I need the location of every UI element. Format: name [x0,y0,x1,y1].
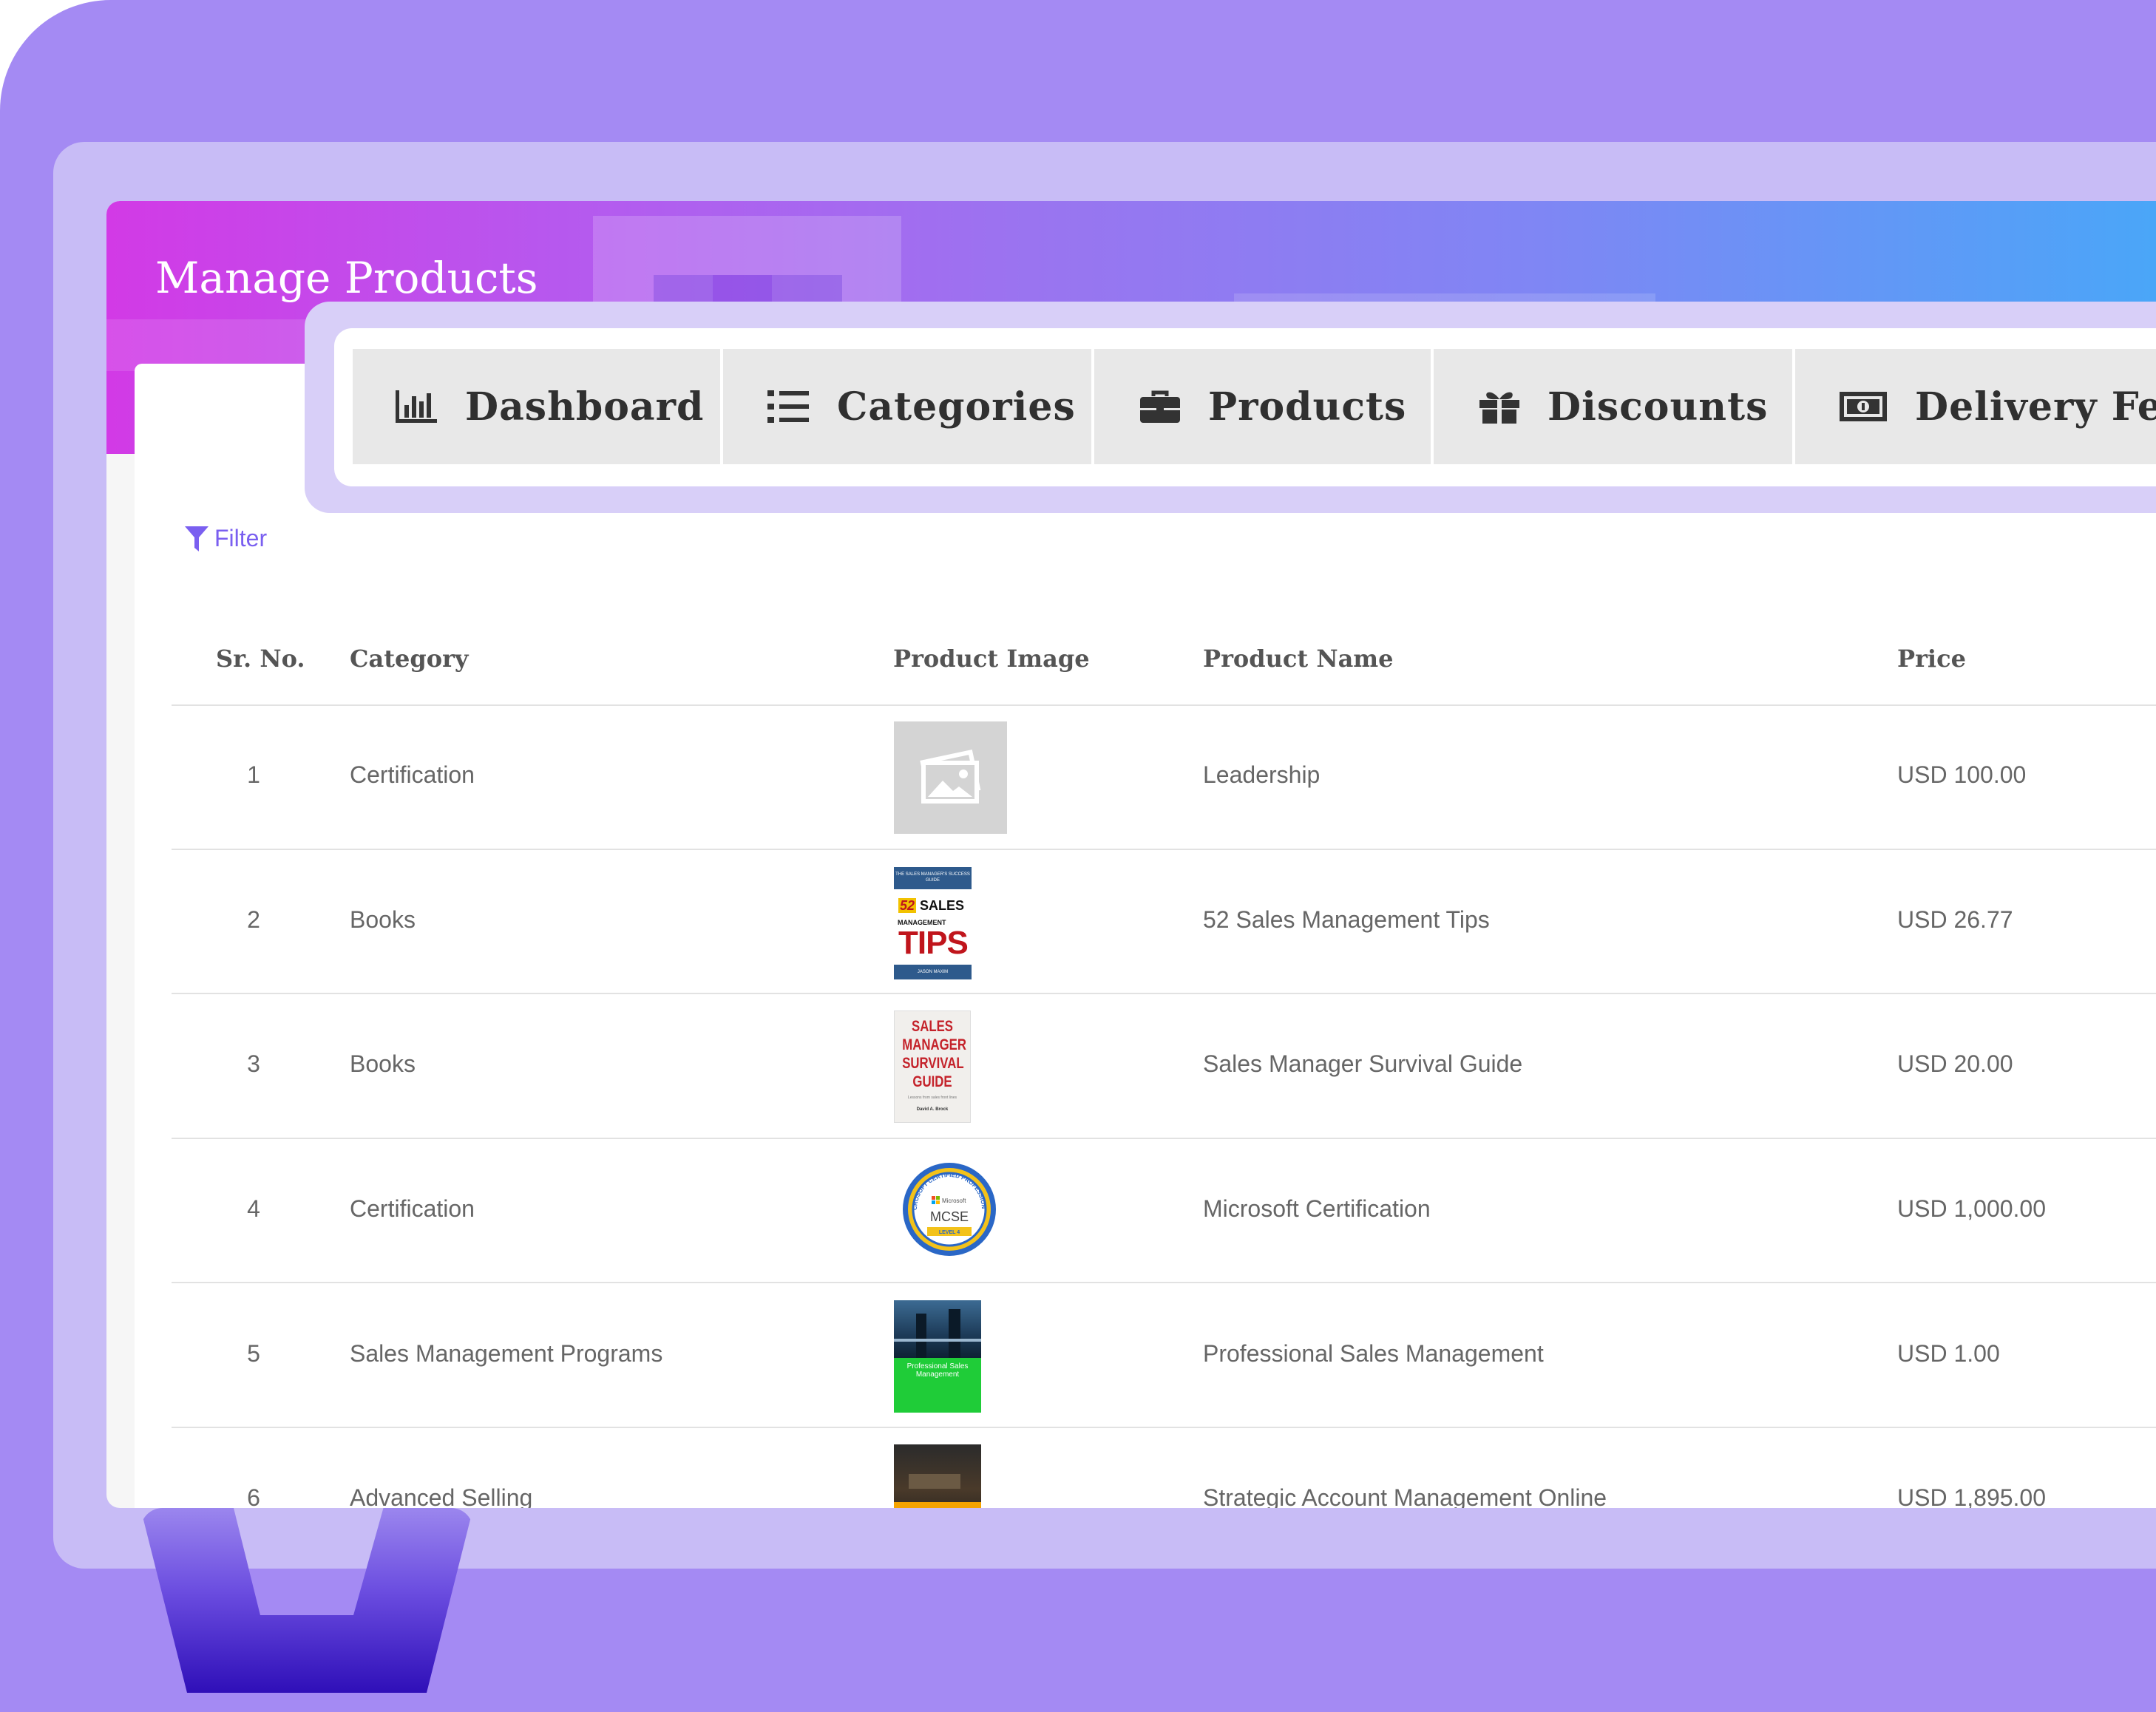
nav-categories[interactable]: Categories [723,349,1091,464]
gift-icon [1479,392,1519,424]
column-header-category[interactable]: Category [350,645,469,673]
nav-categories-label: Categories [837,384,1076,429]
column-header-product-image[interactable]: Product Image [893,645,1090,673]
filter-icon [185,526,209,551]
nav-delivery-fee-label: Delivery Fee [1915,384,2156,429]
bar-chart-icon [396,390,437,423]
row-6-sr: 6 [247,1484,260,1508]
money-bill-icon [1840,392,1887,421]
row-6-price: USD 1,895.00 [1897,1484,2047,1508]
filter-button[interactable]: Filter [185,525,267,552]
column-header-product-name[interactable]: Product Name [1203,645,1394,673]
table-scroll-area: 6 Advanced Selling Strategic Account Man… [106,769,2156,1508]
nav-dashboard[interactable]: Dashboard [353,349,720,464]
cover-band [894,1502,981,1508]
column-header-sr-no[interactable]: Sr. No. [216,645,305,673]
nav-delivery-fee[interactable]: Delivery Fee [1795,349,2156,464]
decor-square [713,216,772,275]
row-6-category: Advanced Selling [350,1484,533,1508]
nav-dashboard-label: Dashboard [465,384,705,429]
list-icon [767,390,809,423]
nav-products[interactable]: Products [1094,349,1431,464]
row-6-product-image[interactable] [894,1444,981,1508]
page-title: Manage Products [155,253,538,303]
nav-discounts[interactable]: Discounts [1434,349,1792,464]
table-header-divider [172,704,2156,706]
row-6-product-name[interactable]: Strategic Account Management Online [1203,1484,1607,1508]
nav-discounts-label: Discounts [1547,384,1769,429]
briefcase-icon [1140,390,1180,423]
filter-label: Filter [214,525,268,551]
nav-products-label: Products [1208,384,1407,429]
column-header-price[interactable]: Price [1897,645,1966,673]
